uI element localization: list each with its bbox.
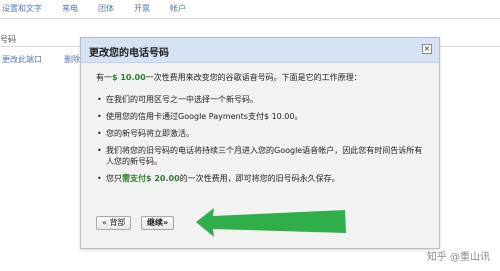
watermark: 知乎 @重山讯 [426,252,490,263]
green-arrow-icon [196,208,346,237]
arrow-shape [196,208,346,237]
